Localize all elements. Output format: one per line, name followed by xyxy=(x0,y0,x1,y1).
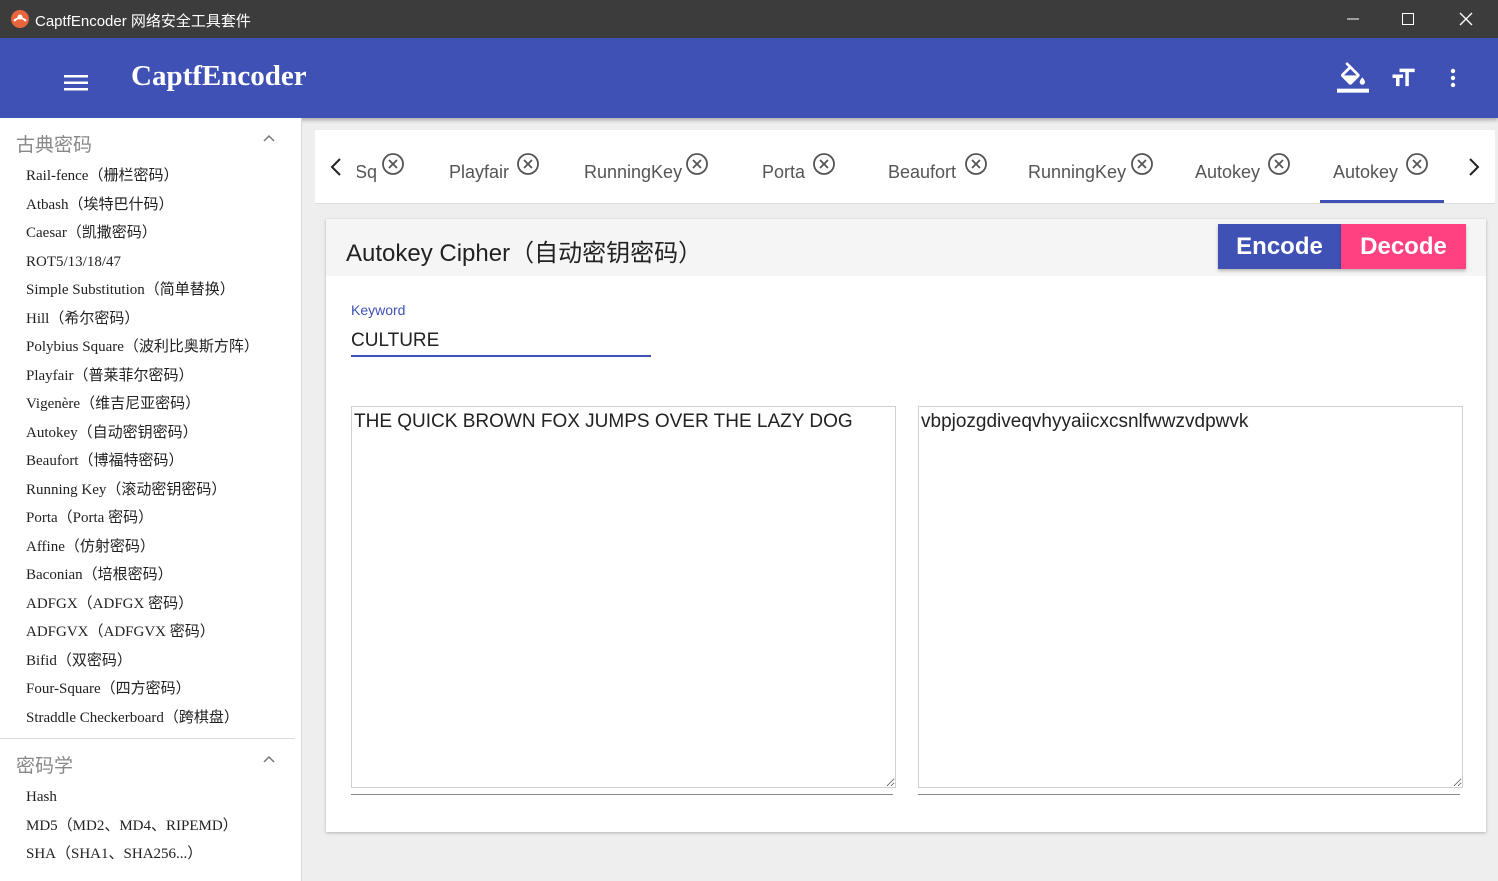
sidebar-item[interactable]: Beaufort（博福特密码） xyxy=(0,447,301,476)
sidebar-item[interactable]: MD5（MD2、MD4、RIPEMD） xyxy=(0,812,301,841)
tab-label: Sq xyxy=(355,162,378,182)
close-tab-icon[interactable] xyxy=(516,152,540,176)
more-vert-icon xyxy=(1450,68,1456,88)
hamburger-menu-icon xyxy=(64,75,88,91)
close-tab-icon[interactable] xyxy=(964,152,988,176)
sidebar-item[interactable]: SHA（SHA1、SHA256...） xyxy=(0,840,301,869)
chevron-right-icon xyxy=(1469,158,1480,176)
tab-scroll-right-button[interactable] xyxy=(1453,130,1495,203)
tab-bar: Sq Playfair RunningKey Porta Beaufort Ru… xyxy=(315,130,1495,204)
tab-label: RunningKey xyxy=(1028,162,1127,182)
sidebar-item[interactable]: Polybius Square（波利比奥斯方阵） xyxy=(0,333,301,362)
chevron-left-icon xyxy=(330,158,341,176)
maximize-button[interactable] xyxy=(1385,0,1431,38)
close-tab-icon[interactable] xyxy=(685,152,709,176)
tab-label: Playfair xyxy=(449,162,510,182)
chevron-up-icon xyxy=(263,755,275,763)
font-size-button[interactable] xyxy=(1385,60,1421,96)
sidebar-group-title: 古典密码 xyxy=(16,135,93,156)
close-tab-icon[interactable] xyxy=(1267,152,1291,176)
sidebar-item[interactable]: Four-Square（四方密码） xyxy=(0,675,301,704)
plaintext-input[interactable]: THE QUICK BROWN FOX JUMPS OVER THE LAZY … xyxy=(351,406,896,788)
tab-label: Autokey xyxy=(1195,162,1261,182)
window-titlebar: CaptfEncoder 网络安全工具套件 xyxy=(0,0,1498,38)
tab-label: Porta xyxy=(762,162,806,182)
tab-label: Beaufort xyxy=(888,162,957,182)
sidebar-group-classical[interactable]: 古典密码 xyxy=(0,118,301,162)
more-options-button[interactable] xyxy=(1435,60,1471,96)
theme-button[interactable] xyxy=(1335,60,1371,96)
menu-button[interactable] xyxy=(56,62,96,102)
maximize-icon xyxy=(1402,13,1414,25)
tab-label: Autokey xyxy=(1333,162,1399,182)
encode-button[interactable]: Encode xyxy=(1218,224,1341,269)
app-toolbar: CaptfEncoder xyxy=(0,38,1498,118)
cipher-title: Autokey Cipher（自动密钥密码） xyxy=(346,240,703,267)
close-icon xyxy=(1459,12,1473,26)
window-title: CaptfEncoder 网络安全工具套件 xyxy=(35,13,251,30)
chevron-up-icon xyxy=(263,134,275,142)
active-tab-indicator xyxy=(1320,200,1444,203)
sidebar: 古典密码 Rail-fence（栅栏密码） Atbash（埃特巴什码） Caes… xyxy=(0,118,302,881)
keyword-label: Keyword xyxy=(351,302,406,318)
sidebar-item[interactable]: Playfair（普莱菲尔密码） xyxy=(0,362,301,391)
sidebar-item[interactable]: Hash xyxy=(0,783,301,812)
tab-label: RunningKey xyxy=(584,162,683,182)
sidebar-item[interactable]: ADFGVX（ADFGVX 密码） xyxy=(0,618,301,647)
close-tab-icon[interactable] xyxy=(812,152,836,176)
close-tab-icon[interactable] xyxy=(381,152,405,176)
sidebar-item[interactable]: Hill（希尔密码） xyxy=(0,305,301,334)
sidebar-item[interactable]: Affine（仿射密码） xyxy=(0,533,301,562)
close-window-button[interactable] xyxy=(1443,0,1489,38)
sidebar-item[interactable]: Vigenère（维吉尼亚密码） xyxy=(0,390,301,419)
cipher-card: Autokey Cipher（自动密钥密码） Encode Decode Key… xyxy=(326,219,1486,832)
ciphertext-output[interactable]: vbpjozgdiveqvhyyaiicxcsnlfwwzvdpwvk xyxy=(918,406,1463,788)
keyword-input[interactable] xyxy=(351,327,651,357)
sidebar-group-crypto[interactable]: 密码学 xyxy=(0,739,301,783)
ciphertext-underline xyxy=(918,794,1460,795)
sidebar-item[interactable]: Straddle Checkerboard（跨棋盘） xyxy=(0,704,301,733)
close-tab-icon[interactable] xyxy=(1130,152,1154,176)
sidebar-item[interactable]: Rail-fence（栅栏密码） xyxy=(0,162,301,191)
sidebar-item[interactable]: ADFGX（ADFGX 密码） xyxy=(0,590,301,619)
format-color-fill-icon xyxy=(1337,62,1369,93)
sidebar-item[interactable]: Bifid（双密码） xyxy=(0,647,301,676)
app-logo-icon xyxy=(11,10,29,28)
sidebar-item[interactable]: ROT5/13/18/47 xyxy=(0,248,301,277)
sidebar-item[interactable]: Simple Substitution（简单替换） xyxy=(0,276,301,305)
sidebar-item[interactable]: Baconian（培根密码） xyxy=(0,561,301,590)
sidebar-group-title: 密码学 xyxy=(16,756,74,777)
minimize-icon xyxy=(1347,18,1359,20)
sidebar-item[interactable]: Atbash（埃特巴什码） xyxy=(0,191,301,220)
minimize-button[interactable] xyxy=(1330,0,1376,38)
decode-button[interactable]: Decode xyxy=(1341,224,1466,269)
tab-scroll-left-button[interactable] xyxy=(315,130,357,203)
sidebar-item[interactable]: Running Key（滚动密钥密码） xyxy=(0,476,301,505)
close-tab-icon[interactable] xyxy=(1405,152,1429,176)
format-size-icon xyxy=(1392,68,1415,87)
card-header: Autokey Cipher（自动密钥密码） Encode Decode xyxy=(326,219,1486,276)
sidebar-item[interactable]: Caesar（凯撒密码） xyxy=(0,219,301,248)
plaintext-underline xyxy=(351,794,893,795)
sidebar-item[interactable]: Porta（Porta 密码） xyxy=(0,504,301,533)
app-brand-title: CaptfEncoder xyxy=(131,60,307,92)
sidebar-item[interactable]: Autokey（自动密钥密码） xyxy=(0,419,301,448)
